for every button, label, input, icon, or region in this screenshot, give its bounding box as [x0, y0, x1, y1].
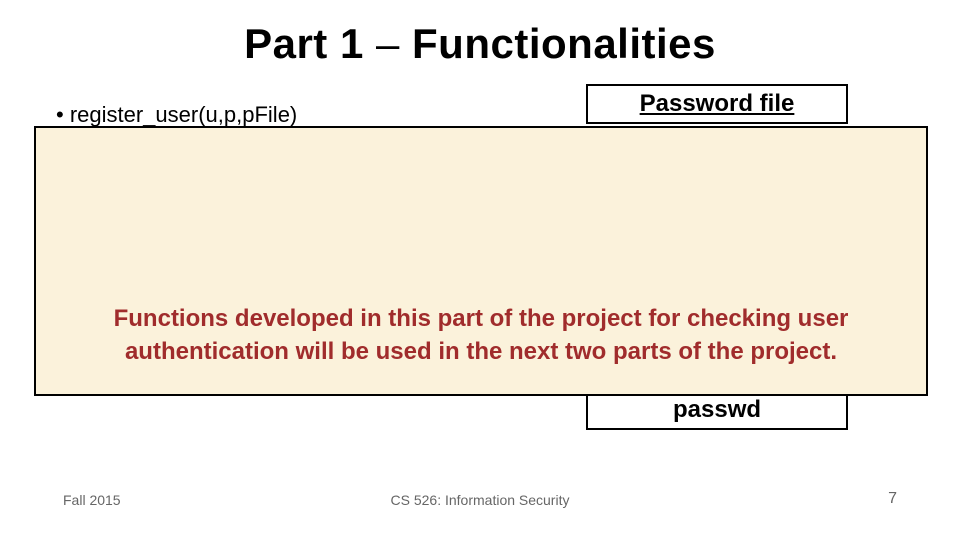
- password-file-label-box: Password file: [586, 84, 848, 124]
- slide: Part 1 – Functionalities register_user(u…: [0, 0, 960, 540]
- callout-box: Functions developed in this part of the …: [34, 126, 928, 396]
- slide-title: Part 1 – Functionalities: [0, 20, 960, 68]
- password-file-label: Password file: [640, 90, 795, 117]
- footer-page-number: 7: [888, 490, 897, 508]
- password-file-name-box: passwd: [586, 390, 848, 430]
- footer-course: CS 526: Information Security: [0, 492, 960, 508]
- title-dash: –: [376, 20, 400, 67]
- callout-text: Functions developed in this part of the …: [68, 303, 894, 368]
- title-part-a: Part 1: [244, 20, 364, 67]
- title-part-b: Functionalities: [412, 20, 716, 67]
- password-file-name: passwd: [673, 396, 761, 423]
